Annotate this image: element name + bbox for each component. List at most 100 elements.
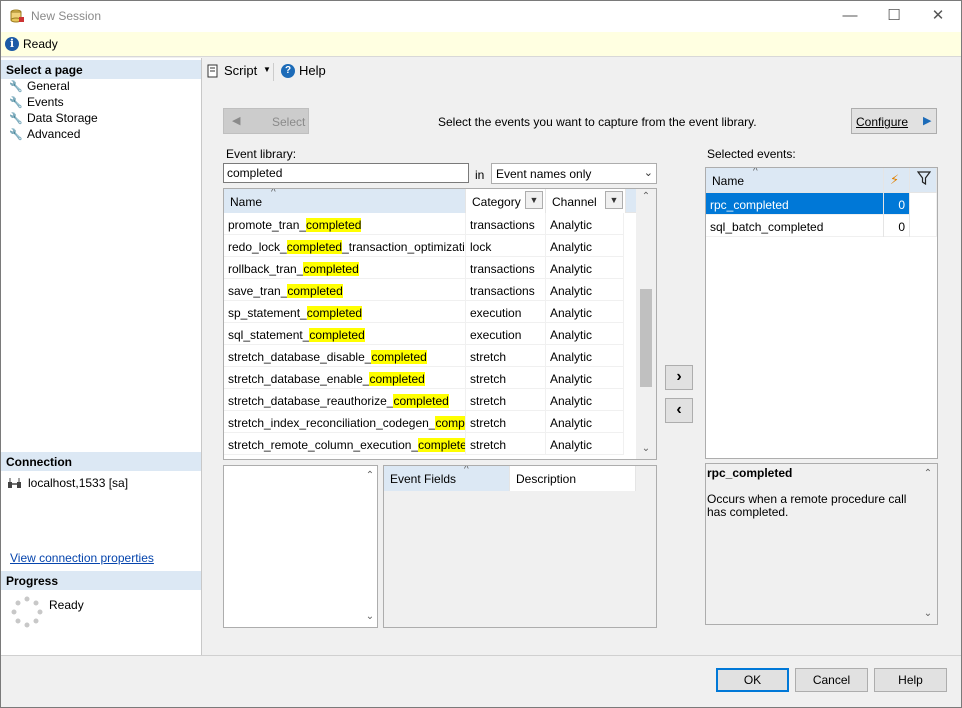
category-filter-dropdown[interactable]: ▼	[525, 191, 543, 209]
event-name-cell: sql_statement_completed	[224, 323, 466, 345]
table-row[interactable]: stretch_remote_column_execution_complete…	[224, 433, 624, 455]
table-row[interactable]: stretch_database_disable_completed stretc…	[224, 345, 624, 367]
add-event-button[interactable]: ›	[665, 365, 693, 390]
in-label: in	[475, 168, 485, 182]
event-name-cell: promote_tran_completed	[224, 213, 466, 235]
wrench-icon: 🔧	[9, 81, 23, 93]
selected-event-filter-cell[interactable]	[910, 193, 937, 215]
table-row[interactable]: sp_statement_completed execution Analytic	[224, 301, 624, 323]
chevron-down-icon: ▼	[263, 65, 271, 74]
column-header-name[interactable]: Name	[706, 168, 884, 193]
table-row[interactable]: sql_statement_completed execution Analytic	[224, 323, 624, 345]
column-header-label: Description	[516, 472, 577, 486]
scroll-down-icon[interactable]: ⌄	[364, 611, 376, 622]
help-button[interactable]: Help	[874, 668, 947, 692]
left-pane: Select a page 🔧 General 🔧 Events 🔧 Data …	[1, 58, 202, 655]
close-button[interactable]: ✕	[915, 1, 961, 32]
progress-spinner-icon	[11, 596, 43, 628]
select-button-label: Select	[272, 115, 306, 129]
scroll-down-icon[interactable]: ⌄	[636, 443, 656, 454]
event-name-prefix: stretch_database_reauthorize_	[228, 394, 394, 408]
event-name-prefix: save_tran_	[228, 284, 288, 298]
column-header-description[interactable]: Description	[510, 466, 636, 491]
sort-caret-icon: ^	[464, 465, 469, 475]
remove-event-button[interactable]: ‹	[665, 398, 693, 423]
cancel-button[interactable]: Cancel	[795, 668, 868, 692]
status-text: Ready	[23, 37, 58, 51]
event-channel-cell: Analytic	[546, 389, 624, 411]
event-name-prefix: promote_tran_	[228, 218, 307, 232]
filter-mode-value: Event names only	[496, 167, 592, 181]
server-connection-icon	[8, 478, 21, 488]
library-vertical-scrollbar[interactable]: ⌃ ⌄	[636, 189, 656, 459]
column-header-label: Event Fields	[390, 472, 457, 486]
event-search-input[interactable]	[223, 163, 469, 183]
page-item-advanced[interactable]: 🔧 Advanced	[9, 127, 80, 143]
event-channel-cell: Analytic	[546, 433, 624, 455]
footer-divider	[1, 655, 961, 656]
event-category-cell: stretch	[466, 367, 546, 389]
wrench-icon: 🔧	[9, 113, 23, 125]
wrench-icon: 🔧	[9, 97, 23, 109]
table-row[interactable]: redo_lock_completed_transaction_optimiza…	[224, 235, 624, 257]
event-name-cell: stretch_database_enable_completed	[224, 367, 466, 389]
event-channel-cell: Analytic	[546, 235, 624, 257]
event-name-prefix: redo_lock_	[228, 240, 287, 254]
causality-column-icon[interactable]: ⚡	[884, 168, 910, 193]
search-match-highlight: completed	[303, 262, 359, 276]
page-item-label: Advanced	[27, 127, 81, 141]
search-match-highlight: completed	[393, 394, 449, 408]
page-item-general[interactable]: 🔧 General	[9, 79, 70, 95]
scroll-up-icon[interactable]: ⌃	[364, 470, 376, 481]
help-toolbar-button[interactable]: ? Help	[281, 63, 327, 81]
scroll-down-icon[interactable]: ⌄	[922, 608, 934, 619]
page-item-data-storage[interactable]: 🔧 Data Storage	[9, 111, 98, 127]
table-row[interactable]: stretch_database_reauthorize_completed st…	[224, 389, 624, 411]
event-fields-grid: Event Fields ^ Description	[383, 465, 657, 628]
ok-button[interactable]: OK	[716, 668, 789, 692]
arrow-left-icon: ◀	[232, 115, 241, 127]
scroll-thumb[interactable]	[640, 289, 652, 387]
filter-column-header[interactable]	[910, 168, 937, 193]
info-icon: i	[5, 37, 19, 51]
minimize-button[interactable]: —	[827, 1, 873, 32]
event-channel-cell: Analytic	[546, 279, 624, 301]
new-session-dialog: New Session — ☐ ✕ i Ready Select a page …	[0, 0, 962, 708]
column-header-event-fields[interactable]: Event Fields	[384, 466, 510, 491]
column-header-name[interactable]: Name	[224, 189, 466, 213]
title-bar: New Session — ☐ ✕	[1, 1, 961, 32]
table-row[interactable]: rollback_tran_completed transactions Analy…	[224, 257, 624, 279]
event-category-cell: transactions	[466, 213, 546, 235]
table-row[interactable]: stretch_database_enable_completed stretch…	[224, 367, 624, 389]
view-connection-properties-link[interactable]: View connection properties	[10, 551, 154, 565]
configure-button[interactable]: Configure ▶	[851, 108, 937, 134]
selected-event-row[interactable]: rpc_completed 0	[706, 193, 937, 215]
event-name-cell: redo_lock_completed_transaction_optimiza…	[224, 235, 466, 257]
scroll-up-icon[interactable]: ⌃	[922, 468, 934, 479]
event-name-cell: stretch_remote_column_execution_complete…	[224, 433, 466, 455]
select-button[interactable]: ◀ Select	[223, 108, 309, 134]
page-item-events[interactable]: 🔧 Events	[9, 95, 64, 111]
channel-filter-dropdown[interactable]: ▼	[605, 191, 623, 209]
event-name-prefix: sql_statement_	[228, 328, 310, 342]
page-item-label: General	[27, 79, 70, 93]
detail-title: rpc_completed	[707, 466, 793, 480]
column-header-label: Channel	[552, 195, 597, 209]
progress-status: Ready	[49, 598, 84, 612]
selected-rows: rpc_completed 0 sql_batch_completed 0	[706, 193, 937, 253]
table-row[interactable]: stretch_index_reconciliation_codegen_com…	[224, 411, 624, 433]
maximize-button[interactable]: ☐	[871, 1, 917, 32]
event-name-cell: stretch_database_disable_completed	[224, 345, 466, 367]
configure-button-label: Configure	[856, 115, 909, 129]
filter-icon	[916, 171, 932, 186]
script-icon	[207, 64, 218, 78]
table-row[interactable]: promote_tran_completed transactions Analyt…	[224, 213, 624, 235]
selected-event-filter-cell[interactable]	[910, 215, 937, 237]
filter-mode-select[interactable]: Event names only ⌄	[491, 163, 657, 184]
event-category-cell: execution	[466, 323, 546, 345]
scroll-up-icon[interactable]: ⌃	[636, 191, 656, 202]
selected-event-row[interactable]: sql_batch_completed 0	[706, 215, 937, 237]
table-row[interactable]: save_tran_completed transactions Analytic	[224, 279, 624, 301]
event-name-prefix: sp_statement_	[228, 306, 307, 320]
search-match-highlight: completed	[369, 372, 425, 386]
